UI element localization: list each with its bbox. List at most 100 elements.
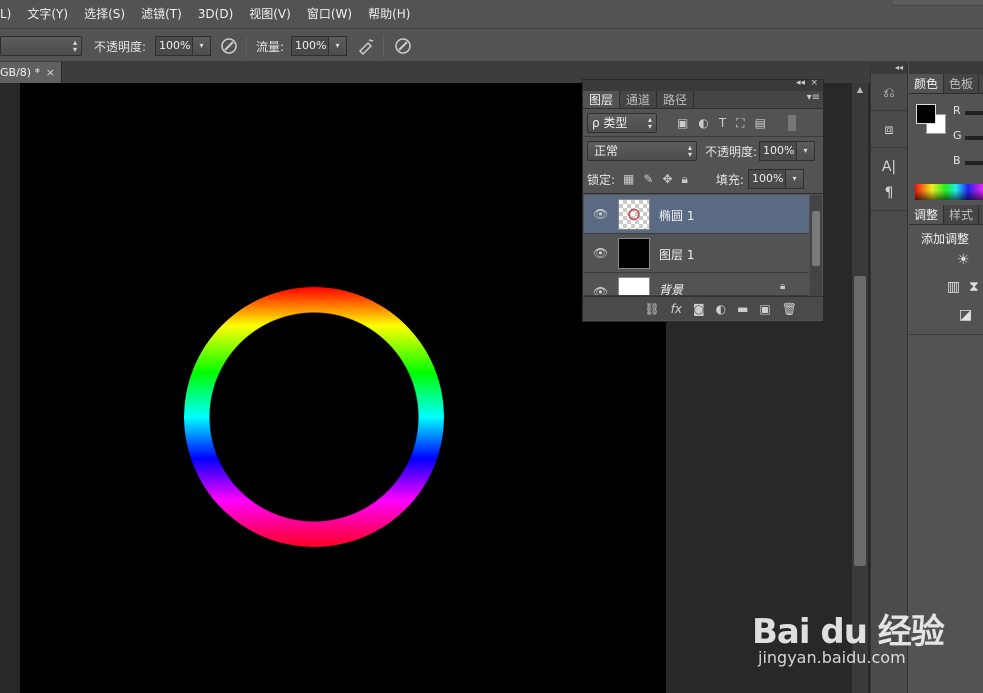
layer-name[interactable]: 图层 1 (659, 246, 694, 263)
shape-filter-icon[interactable]: ⛶ (736, 116, 744, 131)
layers-panel-titlebar[interactable]: ◂◂ × (583, 78, 823, 91)
lock-image-icon[interactable]: ✎ (643, 172, 653, 187)
watermark-brand: Bai du 经验 (752, 612, 945, 652)
blend-mode-value: 正常 (594, 144, 619, 158)
tab-layers[interactable]: 图层 (583, 91, 621, 108)
adjustment-filter-icon[interactable]: ◐ (698, 116, 708, 131)
separator (383, 35, 384, 57)
visibility-eye-icon[interactable]: 👁︎ (593, 207, 608, 221)
channel-label-b: B (953, 154, 961, 167)
opacity-label: 不透明度: (94, 39, 147, 54)
tab-paths[interactable]: 路径 (657, 91, 695, 108)
layer-row-layer1[interactable]: 👁︎ 图层 1 (584, 234, 809, 273)
new-layer-icon[interactable]: ▣ (759, 302, 770, 316)
menu-item-type[interactable]: 文字(Y) (19, 0, 76, 28)
opacity-field[interactable]: 100% (155, 36, 193, 56)
paragraph-icon[interactable]: ¶ (871, 180, 907, 206)
watermark-url: jingyan.baidu.com (758, 648, 906, 667)
menu-item-filter[interactable]: 滤镜(T) (133, 0, 190, 28)
document-tab[interactable]: GB/8) * × (0, 62, 62, 83)
visibility-eye-icon[interactable]: 👁︎ (593, 285, 608, 295)
add-adjustment-label: 添加调整 (921, 232, 970, 246)
scroll-up-icon[interactable]: ▲ (852, 85, 868, 95)
layers-panel-tabs: 图层 通道 路径 ▾≡ (583, 91, 823, 109)
fill-field[interactable]: 100% (747, 169, 786, 189)
menu-item-layer[interactable]: L) (0, 0, 19, 28)
flow-field[interactable]: 100% (291, 36, 329, 56)
pressure-size-icon[interactable] (393, 36, 413, 56)
baidu-jingyan-watermark: Bai du 经验 jingyan.baidu.com (752, 584, 952, 674)
layers-panel: ◂◂ × 图层 通道 路径 ▾≡ ρ 类型 ▴ ▾ ▣ ◐ T ⛶ ▤ 正常 ▴ ▾ 不… (582, 78, 824, 322)
r-slider[interactable] (965, 111, 983, 115)
exposure-icon[interactable]: ◪ (959, 307, 972, 323)
filter-toggle[interactable] (787, 115, 796, 131)
channel-label-g: G (953, 129, 962, 142)
type-filter-icon[interactable]: T (719, 116, 726, 131)
3d-cube-icon[interactable]: ⧈ (871, 117, 907, 143)
layers-scrollbar-thumb[interactable] (812, 211, 820, 266)
g-slider[interactable] (965, 136, 983, 140)
tab-swatches[interactable]: 色板 (944, 74, 980, 93)
collapse-icon[interactable]: ◂◂ (871, 62, 907, 74)
menu-item-select[interactable]: 选择(S) (76, 0, 133, 28)
menu-item-view[interactable]: 视图(V) (241, 0, 299, 28)
mask-icon[interactable]: ◙ (693, 302, 705, 316)
layer-opacity-label: 不透明度: (705, 144, 758, 159)
panel-menu-icon[interactable]: ▾≡ (807, 92, 820, 103)
opacity-dropdown-button[interactable]: ▾ (193, 36, 211, 56)
fill-dropdown[interactable]: ▾ (785, 169, 804, 189)
levels-icon[interactable]: ▥ (947, 279, 960, 295)
curves-icon[interactable]: ⧗ (969, 279, 979, 295)
layer-filter-dropdown[interactable]: ρ 类型 ▴ ▾ (587, 113, 657, 133)
lock-position-icon[interactable]: ✥ (662, 172, 672, 187)
visibility-eye-icon[interactable]: 👁︎ (593, 246, 608, 260)
layer-thumbnail (618, 277, 650, 295)
lock-icon: 🔒︎ (780, 281, 786, 292)
image-filter-icon[interactable]: ▣ (677, 116, 688, 131)
layer-row-ellipse[interactable]: 👁︎ 椭圆 1 (584, 195, 809, 234)
layers-scrollbar[interactable] (810, 195, 822, 297)
layer-name[interactable]: 椭圆 1 (659, 207, 694, 224)
layer-thumbnail (618, 238, 650, 269)
link-icon[interactable]: ⛓ (644, 302, 659, 316)
layer-row-background[interactable]: 👁︎ 背景 🔒︎ (584, 273, 809, 296)
pressure-opacity-icon[interactable] (219, 36, 239, 56)
fill-label: 填充: (715, 172, 744, 187)
tab-color[interactable]: 颜色 (909, 74, 945, 93)
menu-item-help[interactable]: 帮助(H) (360, 0, 418, 28)
color-spectrum[interactable] (915, 184, 983, 200)
brightness-icon[interactable]: ☀ (957, 252, 970, 268)
layer-name[interactable]: 背景 (659, 281, 683, 295)
channel-label-r: R (953, 104, 961, 117)
b-slider[interactable] (965, 161, 983, 165)
fx-icon[interactable]: fx (671, 302, 682, 316)
tab-channels[interactable]: 通道 (620, 91, 658, 108)
collapse-icon[interactable]: ◂◂ (796, 78, 805, 88)
ring-thumbnail-icon (628, 208, 640, 221)
document-tab-title: GB/8) * (0, 66, 41, 79)
menu-item-3d[interactable]: 3D(D) (190, 0, 241, 28)
close-icon[interactable]: × (810, 78, 818, 88)
close-icon[interactable]: × (46, 62, 55, 83)
menu-item-window[interactable]: 窗口(W) (299, 0, 360, 28)
smart-object-filter-icon[interactable]: ▤ (755, 116, 766, 131)
tab-adjustments[interactable]: 调整 (909, 205, 945, 224)
blend-mode-dropdown[interactable]: 正常 ▴ ▾ (587, 141, 697, 161)
lock-all-icon[interactable]: 🔒︎ (682, 172, 688, 187)
layer-opacity-dropdown[interactable]: ▾ (797, 141, 816, 161)
flow-dropdown-button[interactable]: ▾ (329, 36, 347, 56)
foreground-color-swatch[interactable] (916, 104, 936, 124)
scrollbar-thumb[interactable] (854, 276, 866, 566)
group-folder-icon[interactable]: ▬ (737, 302, 748, 316)
airbrush-icon[interactable] (356, 36, 376, 56)
lock-transparent-icon[interactable]: ▦ (623, 172, 634, 187)
history-icon[interactable]: ⎌ (871, 80, 907, 106)
tab-styles[interactable]: 样式 (944, 205, 980, 224)
separator (246, 35, 247, 57)
layer-opacity-field[interactable]: 100% (759, 141, 798, 161)
adjustment-icon[interactable]: ◐ (716, 302, 726, 316)
rainbow-ring (184, 287, 444, 547)
character-icon[interactable]: A| (871, 154, 907, 180)
trash-icon[interactable]: 🗑︎ (782, 302, 797, 316)
brush-preset-dropdown[interactable]: ▴ ▾ (0, 36, 82, 56)
